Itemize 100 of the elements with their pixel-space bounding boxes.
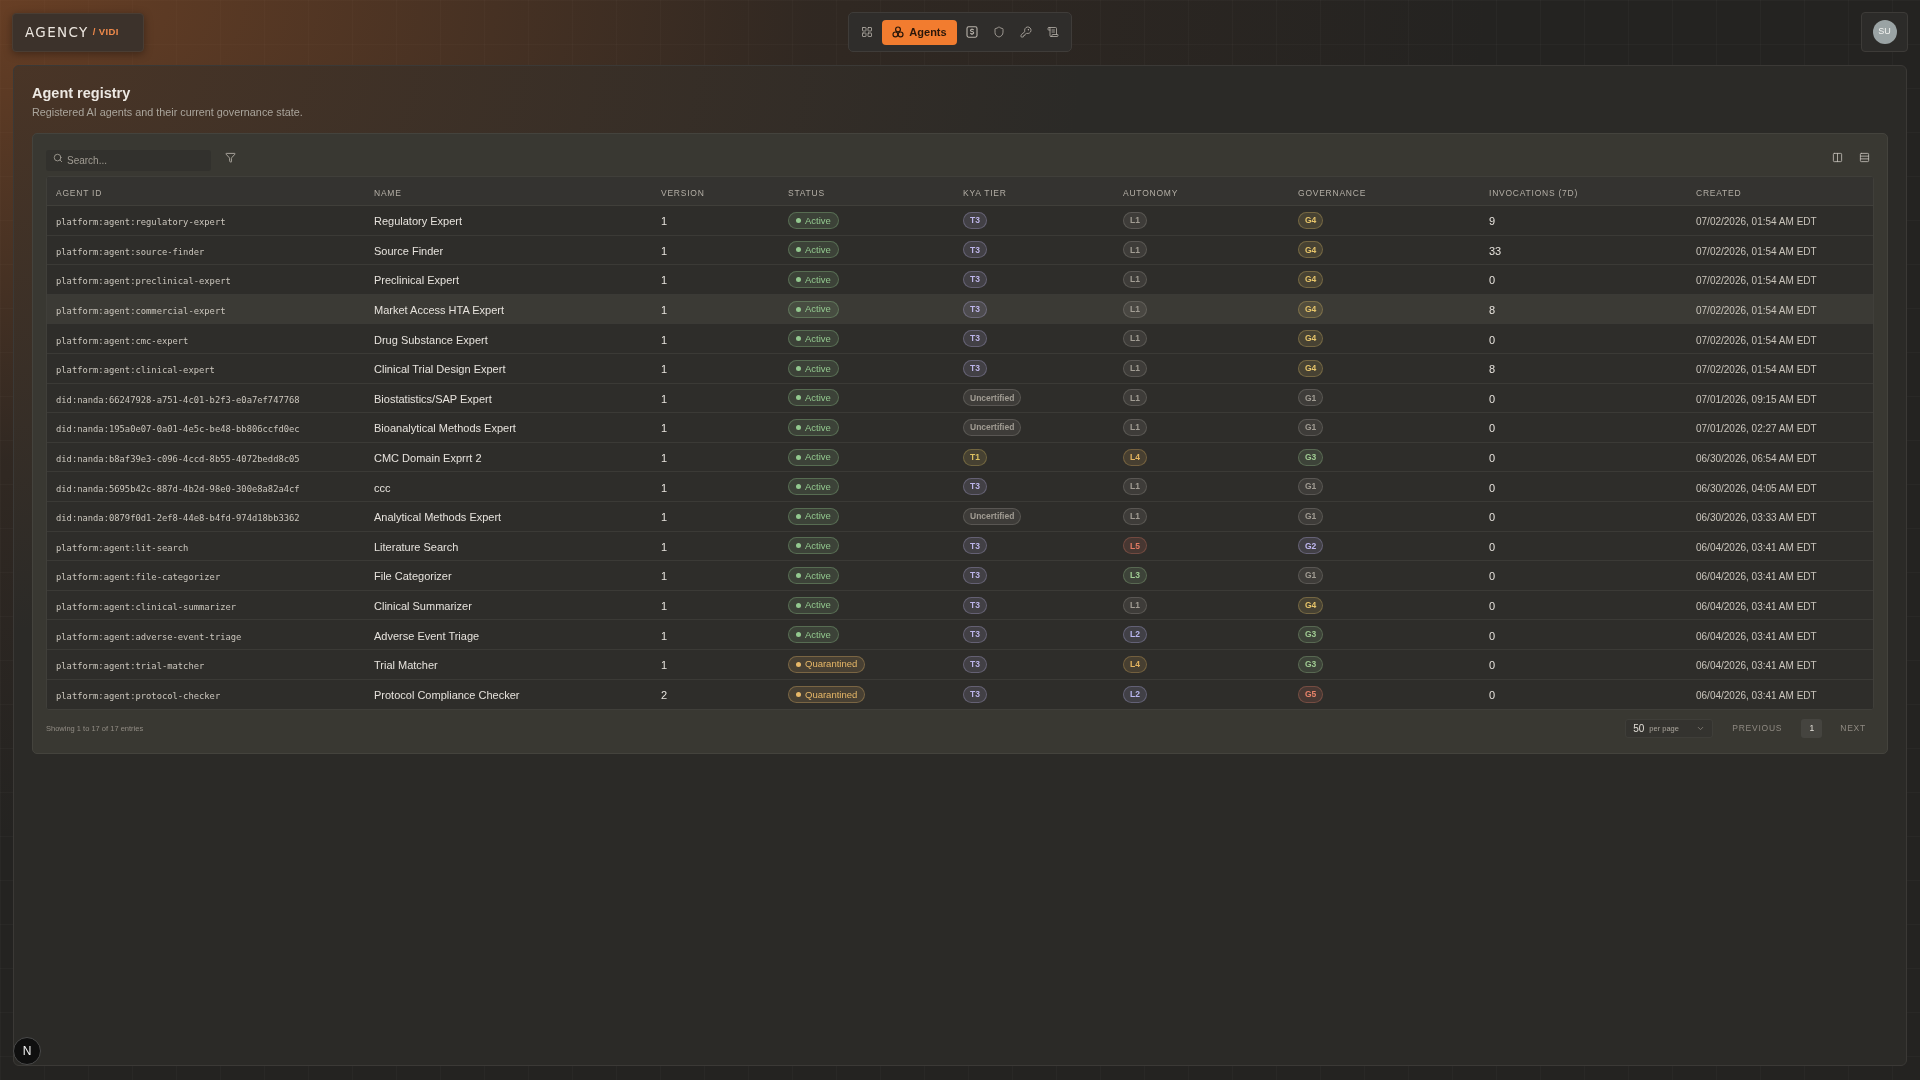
kya-tier-badge: T3: [963, 685, 987, 703]
column-header: AUTONOMY: [1123, 188, 1179, 198]
governance-badge: G4: [1298, 596, 1324, 614]
nav-tab[interactable]: Agents: [882, 19, 957, 45]
agent-name-text: Preclinical Expert: [374, 274, 459, 287]
status-label: Active: [805, 333, 831, 344]
shield-icon: [992, 26, 1005, 38]
governance-badge: G3: [1298, 448, 1324, 466]
autonomy-badge: L1: [1123, 389, 1147, 407]
dollar-square-icon: [965, 26, 978, 38]
governance-badge: G1: [1298, 566, 1324, 584]
scroll-icon: [1046, 26, 1059, 38]
autonomy-badge: L1: [1123, 330, 1147, 348]
table-row[interactable]: platform:agent:commercial-expert Market Access HTA Expert 1 Active T3 L1 G4 8 07/02/2026, 01:54 AM EDT: [47, 294, 1873, 325]
governance-badge: G4: [1298, 241, 1324, 259]
invocations-text: 8: [1489, 363, 1496, 376]
autonomy-badge: L2: [1123, 685, 1147, 703]
rows-button[interactable]: [1858, 151, 1871, 164]
governance-badge: G2: [1298, 537, 1324, 555]
governance-badge: G1: [1298, 389, 1324, 407]
version-text: 1: [661, 452, 668, 465]
kya-tier-badge: T3: [963, 566, 987, 584]
autonomy-badge: L3: [1123, 566, 1147, 584]
agent-name-text: Market Access HTA Expert: [374, 304, 504, 317]
created-text: 06/04/2026, 03:41 AM EDT: [1696, 630, 1817, 642]
agent-name-text: ccc: [374, 481, 391, 494]
status-label: Quarantined: [805, 689, 858, 700]
kya-tier-badge: T3: [963, 359, 987, 377]
created-text: 07/02/2026, 01:54 AM EDT: [1696, 216, 1817, 228]
created-text: 06/04/2026, 03:41 AM EDT: [1696, 541, 1817, 553]
status-label: Active: [805, 422, 831, 433]
status-label: Active: [805, 570, 831, 581]
filter-button[interactable]: [223, 150, 237, 165]
autonomy-badge: L1: [1123, 418, 1147, 436]
kya-tier-badge: Uncertified: [963, 418, 1022, 436]
version-text: 1: [661, 304, 668, 317]
search-field[interactable]: Search...: [46, 150, 211, 171]
brand-product: / VIDI: [92, 24, 119, 39]
search-icon: [53, 152, 63, 163]
kya-tier-badge: T3: [963, 300, 987, 318]
autonomy-badge: L1: [1123, 211, 1147, 229]
version-text: 1: [661, 392, 668, 405]
governance-badge: G4: [1298, 300, 1324, 318]
status-label: Active: [805, 245, 831, 255]
version-text: 1: [661, 244, 668, 257]
status-label: Active: [805, 541, 831, 551]
column-header: CREATED: [1696, 188, 1742, 198]
governance-badge: G1: [1298, 478, 1324, 496]
agent-id-text: platform:agent:protocol-checker: [56, 691, 221, 702]
status-label: Active: [805, 600, 831, 610]
previous-button[interactable]: PREVIOUS: [1732, 722, 1783, 735]
created-text: 06/30/2026, 04:05 AM EDT: [1696, 482, 1817, 494]
autonomy-badge: L1: [1123, 359, 1147, 377]
kya-tier-badge: T3: [963, 596, 987, 614]
status-label: Active: [805, 629, 831, 640]
created-text: 06/30/2026, 03:33 AM EDT: [1696, 512, 1817, 524]
agent-name-text: CMC Domain Exprrt 2: [374, 452, 482, 465]
autonomy-badge: L4: [1123, 448, 1147, 466]
page-button[interactable]: 1: [1801, 719, 1823, 739]
agent-id-text: platform:agent:clinical-summarizer: [56, 602, 237, 612]
brand-name: AGENCY: [25, 22, 89, 42]
version-text: 2: [661, 689, 668, 702]
status-label: Active: [805, 481, 831, 492]
column-header: INVOCATIONS (7D): [1489, 188, 1579, 198]
created-text: 07/01/2026, 02:27 AM EDT: [1696, 423, 1817, 435]
kya-tier-badge: T3: [963, 271, 987, 288]
autonomy-badge: L1: [1123, 300, 1147, 318]
invocations-text: 8: [1489, 304, 1496, 317]
created-text: 06/04/2026, 03:41 AM EDT: [1696, 601, 1817, 612]
agent-id-text: did:nanda:66247928-a751-4c01-b2f3-e0a7ef747768: [56, 394, 300, 405]
autonomy-badge: L1: [1123, 271, 1147, 288]
status-label: Active: [805, 452, 831, 462]
status-label: Active: [805, 274, 831, 285]
governance-badge: G3: [1298, 626, 1324, 644]
invocations-text: 0: [1489, 422, 1496, 435]
kya-tier-badge: T3: [963, 478, 987, 496]
version-text: 1: [661, 215, 668, 228]
created-text: 07/02/2026, 01:54 AM EDT: [1696, 245, 1817, 257]
governance-badge: G1: [1298, 418, 1324, 436]
agent-name-text: Trial Matcher: [374, 659, 438, 672]
invocations-text: 0: [1489, 333, 1496, 346]
version-text: 1: [661, 570, 668, 583]
invocations-text: 33: [1489, 244, 1502, 257]
autonomy-badge: L5: [1123, 537, 1147, 555]
columns-button[interactable]: [1831, 151, 1844, 164]
agent-name-text: Regulatory Expert: [374, 215, 463, 228]
governance-badge: G4: [1298, 211, 1324, 229]
invocations-text: 0: [1489, 629, 1496, 642]
avatar-initials: SU: [1872, 20, 1897, 44]
agent-id-text: platform:agent:source-finder: [56, 246, 205, 257]
agent-id-text: did:nanda:0879f0d1-2ef8-44e8-b4fd-974d18bb3362: [56, 513, 300, 524]
kya-tier-badge: T1: [963, 448, 987, 466]
brand-logo[interactable]: AGENCY / VIDI: [12, 12, 144, 52]
agent-id-text: platform:agent:adverse-event-triage: [56, 631, 242, 642]
autonomy-badge: L1: [1123, 478, 1147, 496]
governance-badge: G5: [1298, 685, 1324, 703]
kya-tier-badge: T3: [963, 626, 987, 644]
agent-id-text: did:nanda:195a0e07-0a01-4e5c-be48-bb806ccfd0ec: [56, 424, 300, 435]
agent-name-text: Clinical Summarizer: [374, 600, 472, 612]
status-label: Quarantined: [805, 659, 858, 669]
